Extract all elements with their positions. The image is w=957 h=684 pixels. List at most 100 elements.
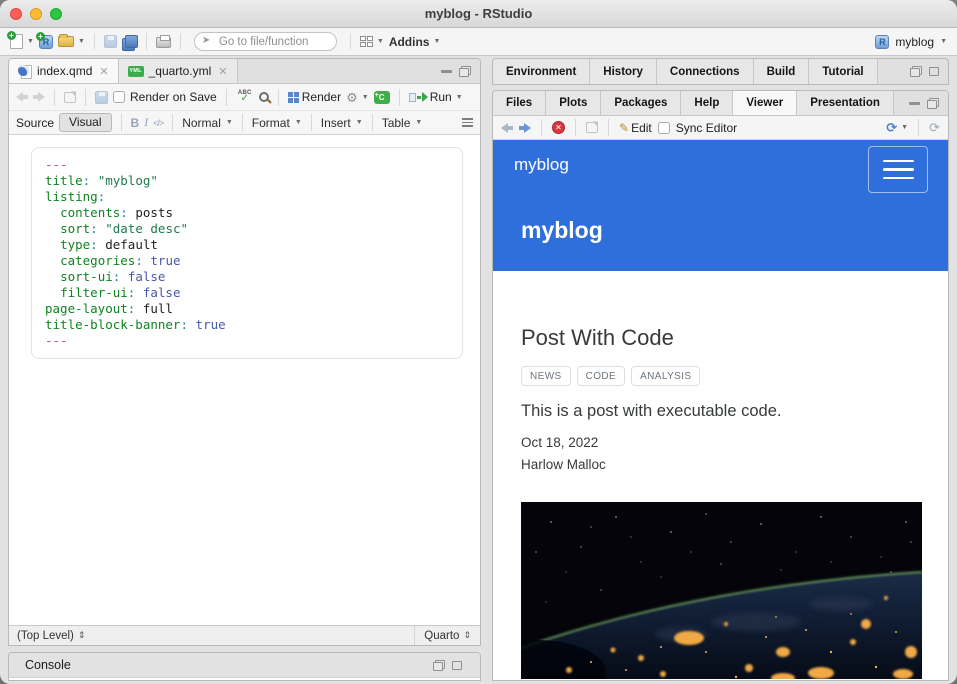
- project-name: myblog: [895, 35, 934, 49]
- refresh-icon[interactable]: ⟳: [929, 121, 940, 134]
- code-line[interactable]: title-block-banner: true: [45, 317, 449, 333]
- maximize-pane-icon[interactable]: [929, 67, 939, 76]
- goto-file-input[interactable]: [194, 32, 337, 51]
- tab-tutorial[interactable]: Tutorial: [809, 59, 877, 84]
- editor-tabstrip: index.qmd ✕ YML _quarto.yml ✕: [9, 59, 480, 84]
- code-line[interactable]: categories: true: [45, 253, 449, 269]
- forward-icon[interactable]: [33, 92, 45, 102]
- code-button[interactable]: </>: [153, 118, 163, 128]
- print-icon: [156, 37, 171, 48]
- table-menu[interactable]: Table▼: [382, 116, 423, 130]
- format-menu[interactable]: Format▼: [252, 116, 302, 130]
- italic-button[interactable]: I: [144, 115, 148, 130]
- tab-build[interactable]: Build: [754, 59, 810, 84]
- new-file-button[interactable]: ▼: [10, 34, 34, 49]
- save-icon[interactable]: [95, 91, 108, 104]
- minimize-window-button[interactable]: [30, 8, 42, 20]
- source-mode-button[interactable]: Source: [16, 116, 54, 130]
- tab-label: index.qmd: [37, 64, 92, 78]
- top-right-tabs: EnvironmentHistoryConnectionsBuildTutori…: [493, 59, 910, 84]
- render-options-button[interactable]: ⚙▼: [346, 91, 369, 104]
- edit-button[interactable]: ✎Edit: [619, 121, 652, 135]
- outline-toggle-icon[interactable]: [462, 118, 473, 127]
- post-title-link[interactable]: Post With Code: [521, 325, 674, 351]
- post-author: Harlow Malloc: [521, 457, 606, 472]
- tab-files[interactable]: Files: [493, 91, 546, 115]
- back-icon[interactable]: [16, 92, 28, 102]
- addins-button[interactable]: Addins▼: [389, 35, 441, 49]
- render-on-save-checkbox[interactable]: [113, 91, 125, 103]
- code-line[interactable]: filter-ui: false: [45, 285, 449, 301]
- pane-window-buttons: [433, 660, 471, 671]
- file-type-selector[interactable]: Quarto⇕: [414, 626, 480, 645]
- tab-history[interactable]: History: [590, 59, 657, 84]
- bold-button[interactable]: B: [131, 116, 140, 130]
- editor-canvas[interactable]: ---title: "myblog"listing: contents: pos…: [9, 135, 480, 625]
- code-line[interactable]: type: default: [45, 237, 449, 253]
- minimize-pane-icon[interactable]: [441, 70, 452, 73]
- insert-chunk-icon[interactable]: C: [374, 91, 390, 104]
- code-line[interactable]: contents: posts: [45, 205, 449, 221]
- yaml-code-block[interactable]: ---title: "myblog"listing: contents: pos…: [31, 147, 463, 359]
- tab-presentation[interactable]: Presentation: [797, 91, 894, 115]
- maximize-pane-icon[interactable]: [927, 98, 939, 109]
- restore-pane-icon[interactable]: [433, 660, 445, 671]
- minimize-pane-icon[interactable]: [909, 102, 920, 105]
- console-header[interactable]: Console: [9, 653, 480, 678]
- site-navbar-title[interactable]: myblog: [514, 155, 569, 175]
- insert-menu[interactable]: Insert▼: [321, 116, 363, 130]
- tab-connections[interactable]: Connections: [657, 59, 754, 84]
- code-line[interactable]: listing:: [45, 189, 449, 205]
- viewer-back-icon[interactable]: [501, 123, 513, 133]
- code-line[interactable]: sort-ui: false: [45, 269, 449, 285]
- close-tab-icon[interactable]: ✕: [218, 65, 227, 78]
- new-project-button[interactable]: R: [39, 35, 53, 49]
- post-categories: NEWS CODEANALYSIS: [521, 366, 700, 386]
- print-button[interactable]: [156, 35, 171, 48]
- open-file-button[interactable]: ▼: [58, 36, 85, 47]
- sync-viewer-button[interactable]: ⟳▼: [886, 121, 908, 134]
- post-thumbnail-earth-image[interactable]: [521, 502, 922, 679]
- tab-viewer[interactable]: Viewer: [733, 91, 797, 115]
- paragraph-style-dropdown[interactable]: Normal▼: [182, 116, 233, 130]
- maximize-pane-icon[interactable]: [459, 66, 471, 77]
- goto-file-wrap: ➤: [194, 32, 337, 51]
- tab-quarto-yml[interactable]: YML _quarto.yml ✕: [119, 59, 238, 83]
- tab-plots[interactable]: Plots: [546, 91, 601, 115]
- category-badge[interactable]: NEWS: [521, 366, 571, 386]
- stop-icon[interactable]: ✕: [552, 121, 565, 134]
- run-button[interactable]: Run ▼: [409, 90, 463, 104]
- pencil-icon: ✎: [619, 121, 629, 135]
- sync-editor-checkbox[interactable]: [658, 122, 670, 134]
- open-in-new-window-icon[interactable]: [64, 92, 76, 103]
- hamburger-menu-button[interactable]: [868, 146, 928, 193]
- save-all-button[interactable]: [122, 35, 137, 49]
- maximize-pane-icon[interactable]: [452, 661, 462, 670]
- scope-selector[interactable]: (Top Level)⇕: [9, 630, 85, 642]
- search-icon[interactable]: [259, 92, 269, 102]
- code-line[interactable]: ---: [45, 157, 449, 173]
- viewer-forward-icon[interactable]: [519, 123, 531, 133]
- visual-mode-button[interactable]: Visual: [59, 113, 111, 132]
- category-badge[interactable]: CODE: [577, 366, 626, 386]
- tab-help[interactable]: Help: [681, 91, 733, 115]
- tab-packages[interactable]: Packages: [601, 91, 681, 115]
- tab-index-qmd[interactable]: index.qmd ✕: [9, 59, 119, 83]
- zoom-window-button[interactable]: [50, 8, 62, 20]
- open-in-new-window-icon[interactable]: [586, 122, 598, 133]
- restore-pane-icon[interactable]: [910, 66, 922, 77]
- spellcheck-icon[interactable]: ABC✓: [236, 90, 254, 104]
- code-line[interactable]: sort: "date desc": [45, 221, 449, 237]
- project-menu-button[interactable]: R myblog ▼: [875, 35, 947, 49]
- tab-environment[interactable]: Environment: [493, 59, 590, 84]
- toolbar-separator: [350, 33, 351, 50]
- code-line[interactable]: ---: [45, 333, 449, 349]
- save-button[interactable]: [104, 35, 117, 48]
- category-badge[interactable]: ANALYSIS: [631, 366, 700, 386]
- pane-layout-button[interactable]: ▼: [360, 36, 384, 47]
- code-line[interactable]: title: "myblog": [45, 173, 449, 189]
- code-line[interactable]: page-layout: full: [45, 301, 449, 317]
- close-window-button[interactable]: [10, 8, 22, 20]
- close-tab-icon[interactable]: ✕: [99, 65, 108, 78]
- render-button[interactable]: Render: [288, 90, 341, 104]
